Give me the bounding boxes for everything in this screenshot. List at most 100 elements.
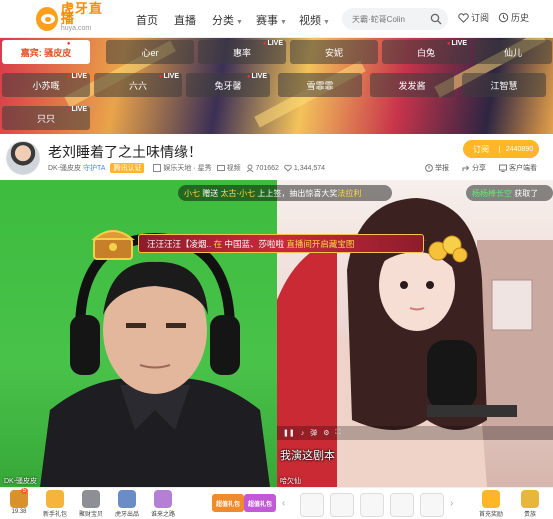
logo-icon [36, 7, 58, 31]
chevron-down-icon: ▼ [323, 19, 330, 26]
nav-video[interactable]: 视频 ▼ [299, 12, 330, 28]
gift-slot[interactable] [360, 493, 384, 517]
monitor-icon [499, 164, 507, 172]
video-player[interactable]: 小七 赠送 太古 · 小七 上上签，抽出惊喜大奖 法拉利 杨杨棒长空 获取了 汪汪汪汪… [0, 180, 553, 487]
gift-count: 5 [20, 488, 28, 494]
gift-item[interactable]: 谁来之路 [148, 490, 178, 518]
live-badge: LIVE [263, 40, 283, 47]
cert-badge: 腾讯认证 [110, 163, 145, 173]
treasure-message: 汪汪汪汪【凌烟.. 在 中国蓝、莎啦啦 直播间开启藏宝图 [138, 234, 424, 253]
room-title: 老刘睡着了之土味情缘！ [48, 144, 202, 160]
history-link[interactable]: 历史 [498, 11, 529, 24]
nav-category[interactable]: 分类 ▼ [212, 12, 243, 28]
huya-logo[interactable]: 虎牙直播 huya.com [36, 1, 112, 33]
category-item[interactable]: 安妮 [290, 40, 378, 64]
live-badge: LIVE [447, 40, 467, 47]
category-item[interactable]: 只只LIVE [2, 106, 90, 130]
gift-item[interactable]: 新手礼包 [40, 490, 70, 518]
gift-bar: 5 19.38 新手礼包 聚财宝贝 虎牙出品 谁来之路 超值礼包 超值礼包 ‹ … [0, 487, 553, 519]
category-item[interactable]: 白兔LIVE [382, 40, 470, 64]
category-item[interactable]: 雪霏霏 [278, 73, 362, 97]
live-badge: LIVE [67, 106, 87, 113]
category-item[interactable]: 惠率LIVE [198, 40, 286, 64]
category-icon [153, 164, 162, 172]
heart-icon [458, 12, 469, 23]
category-item[interactable]: 心er [106, 40, 194, 64]
gift-box-icon [482, 490, 500, 508]
gold-coins-icon [428, 235, 468, 263]
player-controls: ❚❚ ♪ 弹 ⚙ ⛶ [277, 426, 553, 440]
subtitle: 我演这剧本 [280, 450, 335, 462]
nav-live[interactable]: 直播 [174, 12, 196, 28]
tag-link[interactable]: 星秀 [198, 163, 212, 173]
settings-icon[interactable]: ⚙ [323, 429, 329, 437]
category-item[interactable]: 江智慧 [462, 73, 546, 97]
gift-ticker-right: 杨杨棒长空 获取了 [466, 185, 553, 201]
treasure-banner[interactable]: 汪汪汪汪【凌烟.. 在 中国蓝、莎啦啦 直播间开启藏宝图 [90, 225, 470, 265]
fullscreen-icon[interactable]: ⛶ [336, 429, 341, 437]
clock-icon [498, 12, 509, 23]
gift-scroll-left[interactable]: ‹ [282, 498, 285, 509]
fans-count: 1,344,574 [293, 164, 326, 172]
search-box[interactable] [342, 8, 448, 30]
newbie-gift-icon [46, 490, 64, 508]
share-icon [462, 165, 470, 171]
treasure-chest-icon [91, 230, 135, 260]
live-badge: LIVE [159, 73, 179, 80]
gift-item[interactable]: 聚财宝贝 [76, 490, 106, 518]
gift-slot[interactable] [300, 493, 324, 517]
report-icon [425, 164, 433, 172]
value-pack-button[interactable]: 超值礼包 [244, 494, 276, 512]
category-item[interactable]: 六六LIVE [94, 73, 182, 97]
gift-slot[interactable] [390, 493, 414, 517]
huya-product-icon [118, 490, 136, 508]
guard-link[interactable]: 守护TA [83, 163, 105, 173]
fans-icon [284, 164, 292, 172]
subscribe-button[interactable]: 订阅 2440890 [463, 140, 539, 158]
nav-home[interactable]: 首页 [136, 12, 158, 28]
pause-icon[interactable]: ❚❚ [283, 429, 295, 437]
avatar[interactable] [6, 141, 40, 175]
value-pack-button[interactable]: 超值礼包 [212, 494, 244, 512]
live-badge: LIVE [67, 40, 87, 47]
chevron-down-icon: ▼ [236, 19, 243, 26]
host-name[interactable]: DK-骚皮皮 [48, 163, 81, 173]
nav-events[interactable]: 赛事 ▼ [256, 12, 287, 28]
category-item[interactable]: 兔牙馨LIVE [186, 73, 270, 97]
gift-scroll-right[interactable]: › [450, 498, 453, 509]
subscribe-link[interactable]: 订阅 [458, 11, 489, 24]
category-item[interactable]: 仙儿 [474, 40, 552, 64]
gift-item[interactable]: 5 19.38 [4, 488, 34, 515]
viewer-count: 701662 [255, 164, 279, 172]
treasure-chest-icon: 5 [10, 488, 28, 508]
volume-icon[interactable]: ♪ [301, 430, 305, 437]
category-banner: 嘉宾: 骚皮皮LIVE 心er 惠率LIVE 安妮 白兔LIVE 仙儿 小苏嘅L… [0, 38, 553, 134]
gift-item[interactable]: 虎牙出品 [112, 490, 142, 518]
search-input[interactable] [350, 13, 430, 25]
category-item[interactable]: 发发酱 [370, 73, 454, 97]
logo-text: 虎牙直播 [60, 1, 103, 26]
video-link[interactable]: 视频 [227, 163, 241, 173]
subscribe-count: 2440890 [499, 145, 539, 153]
first-charge-button[interactable]: 首充奖励 [476, 490, 506, 518]
report-button[interactable]: 举报 [425, 163, 449, 173]
gift-slot[interactable] [330, 493, 354, 517]
gift-ticker: 小七 赠送 太古 · 小七 上上签，抽出惊喜大奖 法拉利 [178, 185, 392, 201]
video-icon [216, 165, 225, 171]
room-meta: DK-骚皮皮 守护TA 腾讯认证 娱乐天地 · 星秀 视频 701662 1,3… [48, 163, 326, 173]
logo-domain: huya.com [60, 25, 92, 32]
gift-slot[interactable] [420, 493, 444, 517]
left-streamer-name: DK-骚皮皮 [4, 478, 38, 485]
fortune-icon [82, 490, 100, 508]
category-link[interactable]: 娱乐天地 [163, 163, 191, 173]
room-info-bar: 老刘睡着了之土味情缘！ DK-骚皮皮 守护TA 腾讯认证 娱乐天地 · 星秀 视… [0, 134, 553, 180]
noble-button[interactable]: 贵族 [515, 490, 545, 518]
danmu-icon[interactable]: 弹 [310, 428, 317, 438]
chevron-down-icon: ▼ [280, 19, 287, 26]
live-badge: LIVE [247, 73, 267, 80]
category-guest[interactable]: 嘉宾: 骚皮皮LIVE [2, 40, 90, 64]
share-button[interactable]: 分享 [462, 163, 486, 173]
search-icon[interactable] [430, 13, 442, 25]
category-item[interactable]: 小苏嘅LIVE [2, 73, 90, 97]
client-button[interactable]: 客户端看 [499, 163, 537, 173]
